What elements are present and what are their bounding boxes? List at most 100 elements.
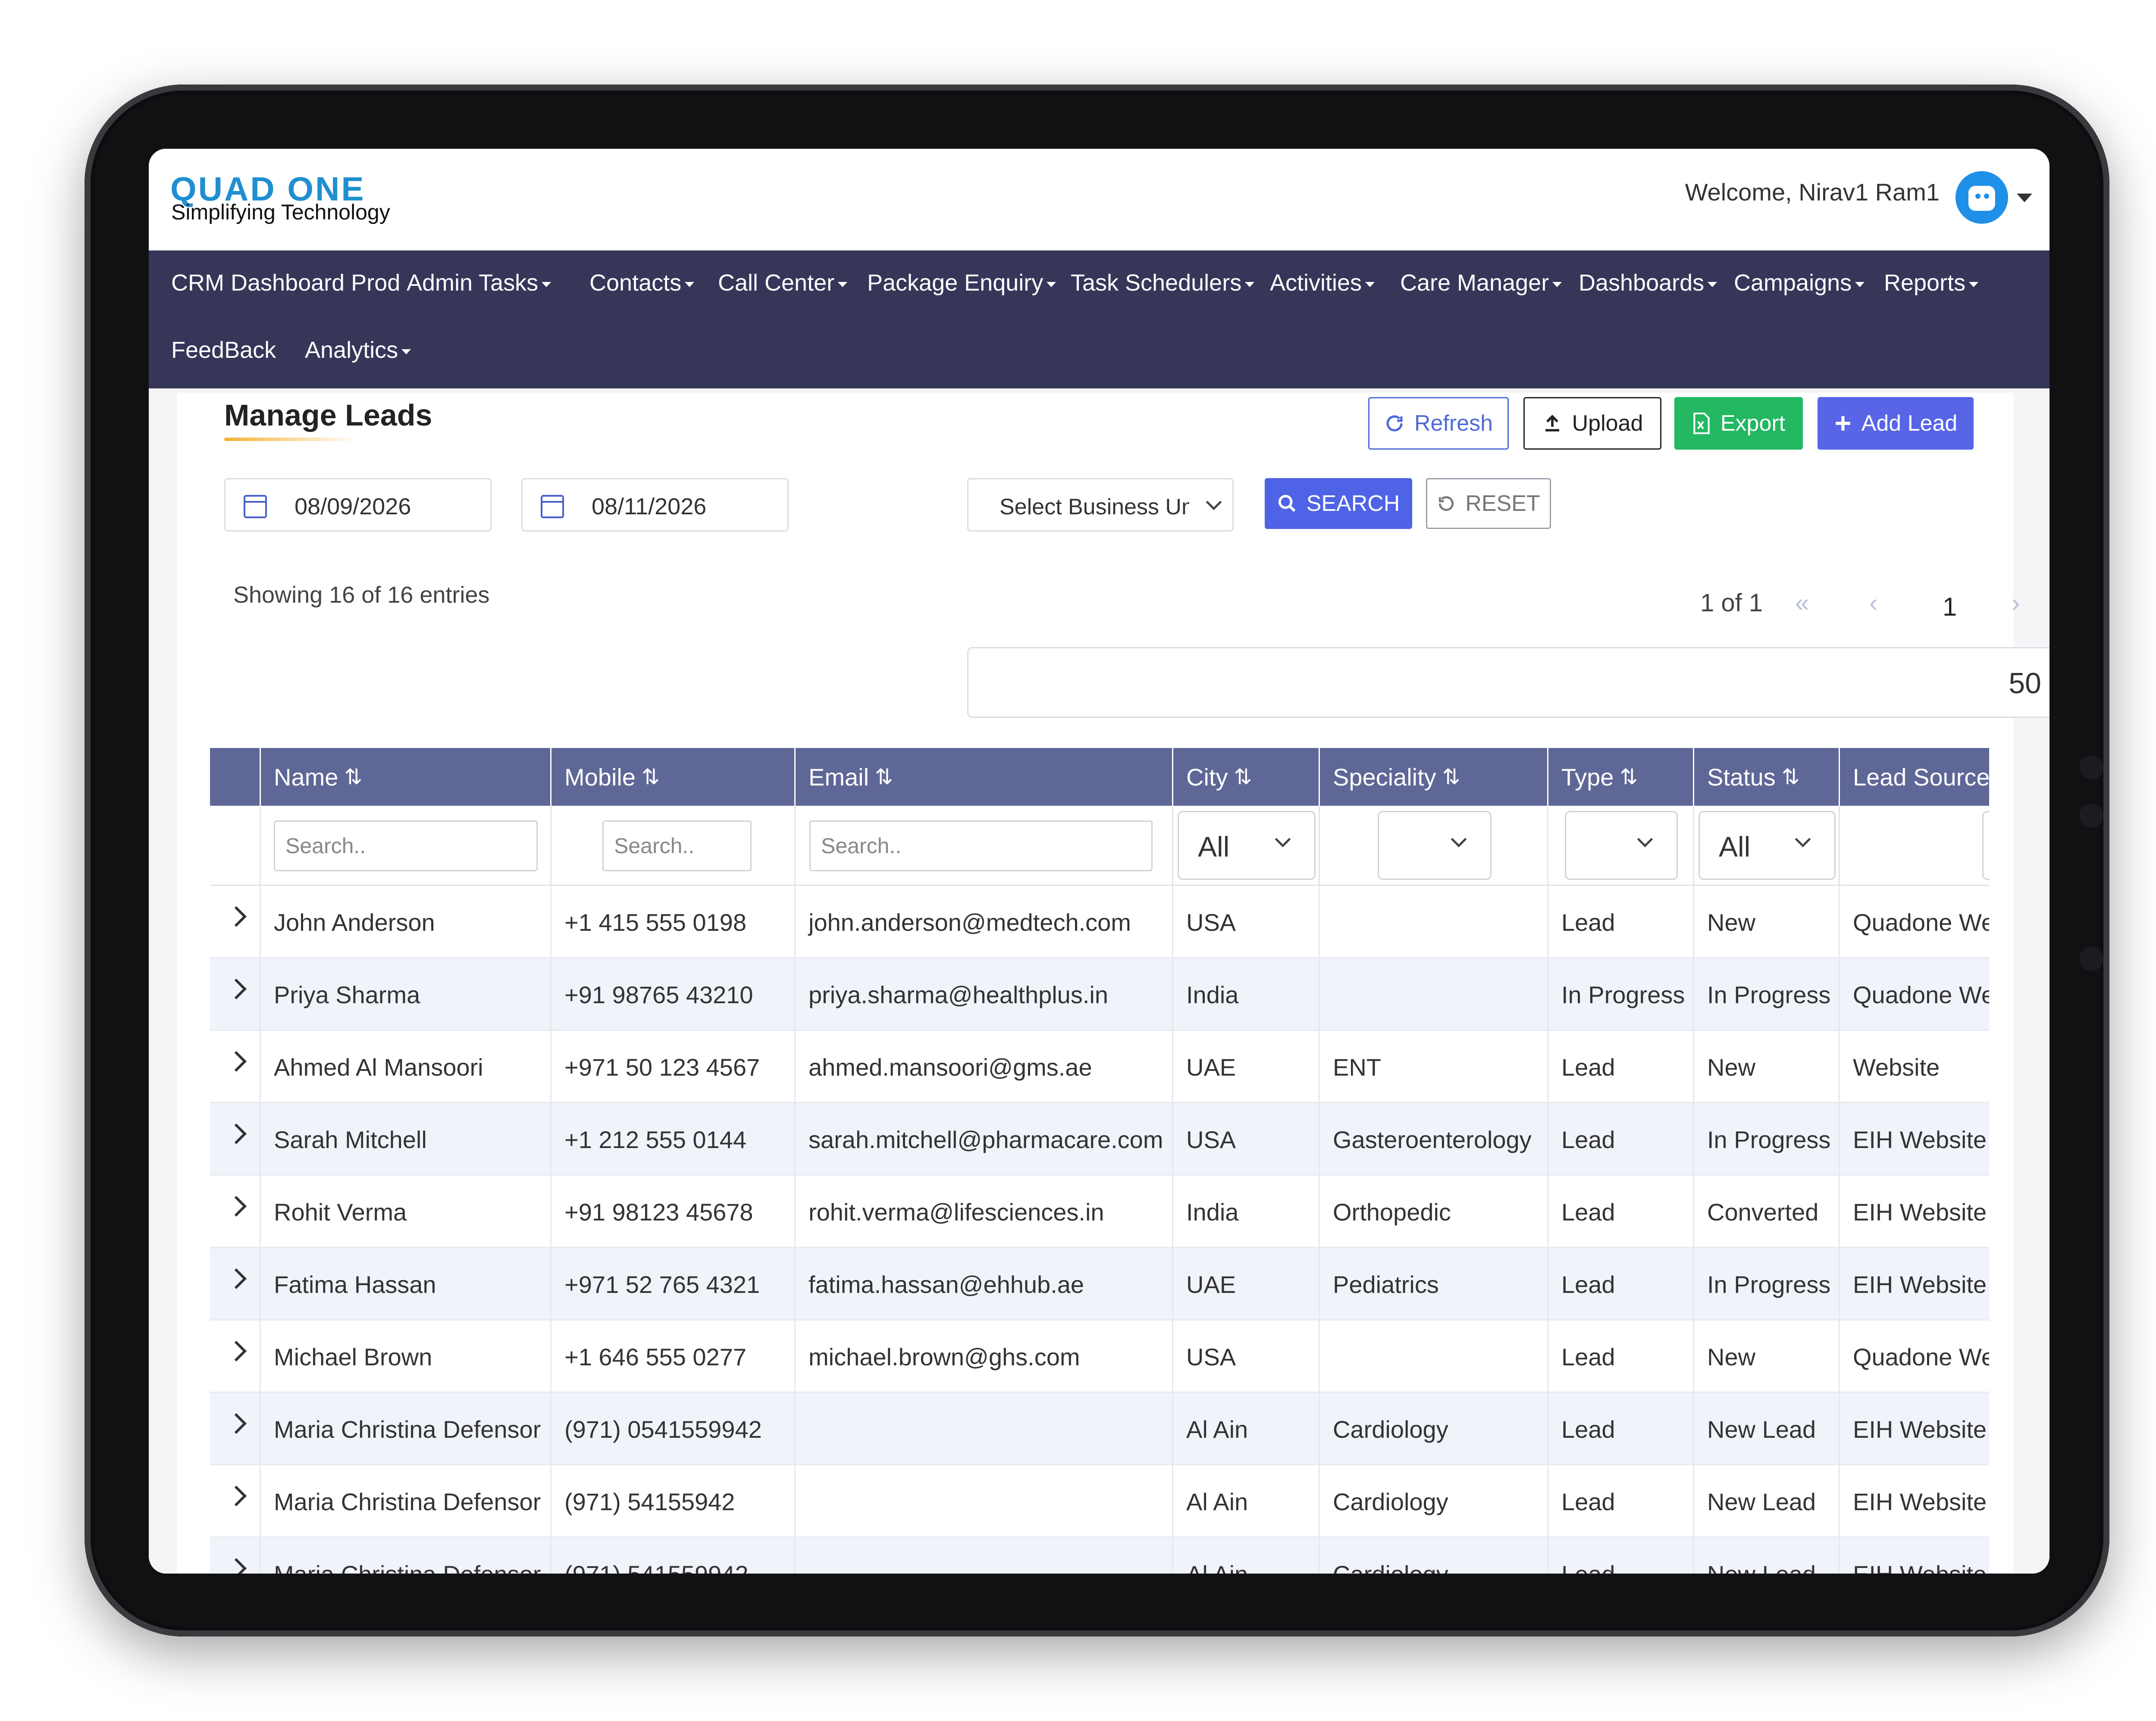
table-row[interactable]: Maria Christina Defensor (971) 0541559942… bbox=[210, 1393, 1989, 1465]
nav-item-feedback[interactable]: FeedBack bbox=[171, 337, 276, 363]
business-unit-select[interactable]: Select Business Unit bbox=[967, 478, 1234, 532]
cell-status: New bbox=[1694, 886, 1840, 958]
sort-icon[interactable]: ⇅ bbox=[1442, 764, 1460, 789]
city-filter-value: All bbox=[1198, 831, 1230, 863]
column-header-city[interactable]: City ⇅ bbox=[1173, 748, 1320, 806]
from-date-field[interactable]: 08/09/2026 bbox=[224, 478, 492, 532]
nav-item-dashboards[interactable]: Dashboards bbox=[1579, 269, 1717, 296]
column-header-type[interactable]: Type ⇅ bbox=[1548, 748, 1694, 806]
expand-cell[interactable] bbox=[210, 1031, 261, 1103]
table-row[interactable]: John Anderson +1 415 555 0198 john.anderso… bbox=[210, 886, 1989, 958]
chevron-right-icon[interactable] bbox=[226, 1268, 247, 1289]
column-header-name[interactable]: Name ⇅ bbox=[261, 748, 552, 806]
nav-item-contacts[interactable]: Contacts bbox=[589, 269, 695, 296]
type-filter-select[interactable] bbox=[1565, 811, 1678, 880]
sort-icon[interactable]: ⇅ bbox=[1620, 764, 1638, 789]
chevron-right-icon[interactable] bbox=[226, 1485, 247, 1507]
nav-item-activities[interactable]: Activities bbox=[1270, 269, 1375, 296]
nav-item-reports[interactable]: Reports bbox=[1884, 269, 1979, 296]
user-menu-caret-icon[interactable] bbox=[2017, 194, 2032, 202]
mobile-filter-input[interactable]: Search.. bbox=[602, 820, 752, 871]
column-header-speciality[interactable]: Speciality ⇅ bbox=[1320, 748, 1548, 806]
nav-item-admin-tasks[interactable]: Admin Tasks bbox=[407, 269, 552, 296]
table-row[interactable]: Maria Christina Defensor(971) 541559942 A… bbox=[210, 1538, 1989, 1574]
email-filter-input[interactable]: Search.. bbox=[809, 820, 1153, 871]
first-page-icon[interactable]: « bbox=[1795, 588, 1809, 617]
prev-page-icon[interactable]: ‹ bbox=[1869, 588, 1877, 617]
sort-icon[interactable]: ⇅ bbox=[344, 764, 362, 789]
column-header-email[interactable]: Email ⇅ bbox=[796, 748, 1173, 806]
table-row[interactable]: Rohit Verma +91 98123 45678 rohit.verma@li… bbox=[210, 1176, 1989, 1248]
add-lead-button[interactable]: Add Lead bbox=[1818, 397, 1974, 450]
expand-cell[interactable] bbox=[210, 1176, 261, 1248]
lead-source-filter-select[interactable] bbox=[1982, 811, 1989, 880]
table-row[interactable]: Sarah Mitchell +1 212 555 0144 sarah.mitch… bbox=[210, 1103, 1989, 1176]
camera-dot bbox=[2079, 755, 2103, 779]
cell-speciality: Pediatrics bbox=[1320, 1248, 1548, 1320]
expand-cell[interactable] bbox=[210, 958, 261, 1031]
speciality-filter-select[interactable] bbox=[1378, 811, 1492, 880]
nav-item-campaigns[interactable]: Campaigns bbox=[1734, 269, 1865, 296]
chevron-right-icon[interactable] bbox=[226, 906, 247, 927]
chevron-right-icon[interactable] bbox=[226, 1123, 247, 1145]
expand-cell[interactable] bbox=[210, 1320, 261, 1393]
table-row[interactable]: Ahmed Al Mansoori +971 50 123 4567 ahmed.m… bbox=[210, 1031, 1989, 1103]
table-row[interactable]: Priya Sharma +91 98765 43210 priya.sharma@… bbox=[210, 958, 1989, 1031]
refresh-button[interactable]: Refresh bbox=[1368, 397, 1509, 450]
expand-cell[interactable] bbox=[210, 1538, 261, 1574]
filter-cell bbox=[210, 806, 261, 886]
cell-source: Quadone Website bbox=[1853, 981, 1989, 1008]
cell-speciality: ENT bbox=[1320, 1031, 1548, 1103]
cell-city: UAE bbox=[1173, 1031, 1320, 1103]
expand-cell[interactable] bbox=[210, 886, 261, 958]
cell-status: New Lead bbox=[1694, 1465, 1840, 1538]
nav-item-care-manager[interactable]: Care Manager bbox=[1400, 269, 1562, 296]
chevron-right-icon[interactable] bbox=[226, 1195, 247, 1217]
current-page-button[interactable]: 1 bbox=[1943, 592, 1957, 622]
table-row[interactable]: Michael Brown +1 646 555 0277 michael.brow… bbox=[210, 1320, 1989, 1393]
nav-item-analytics[interactable]: Analytics bbox=[305, 337, 411, 363]
reset-button[interactable]: RESET bbox=[1426, 478, 1551, 529]
to-date-field[interactable]: 08/11/2026 bbox=[521, 478, 789, 532]
upload-icon bbox=[1545, 415, 1559, 432]
cell-city: India bbox=[1173, 1176, 1320, 1248]
dropdown-caret-icon bbox=[1855, 282, 1865, 287]
table-row[interactable]: Fatima Hassan +971 52 765 4321 fatima.hass… bbox=[210, 1248, 1989, 1320]
column-header-status[interactable]: Status ⇅ bbox=[1694, 748, 1840, 806]
chevron-right-icon[interactable] bbox=[226, 1413, 247, 1434]
table-row[interactable]: Maria Christina Defensor (971) 54155942 Al… bbox=[210, 1465, 1989, 1538]
nav-item-crm-dashboard[interactable]: CRM Dashboard Prod bbox=[171, 269, 400, 296]
page-size-select[interactable]: 50 bbox=[967, 647, 2049, 718]
cell-name: Rohit Verma bbox=[261, 1176, 552, 1248]
expand-cell[interactable] bbox=[210, 1103, 261, 1176]
sort-icon[interactable]: ⇅ bbox=[875, 764, 893, 789]
next-page-icon[interactable]: › bbox=[2012, 588, 2020, 617]
nav-item-package-enquiry[interactable]: Package Enquiry bbox=[867, 269, 1056, 296]
upload-button[interactable]: Upload bbox=[1523, 397, 1661, 450]
sort-icon[interactable]: ⇅ bbox=[1234, 764, 1252, 789]
chevron-right-icon[interactable] bbox=[226, 1340, 247, 1362]
name-filter-input[interactable]: Search.. bbox=[274, 820, 538, 871]
dropdown-caret-icon bbox=[1245, 282, 1255, 287]
chevron-right-icon[interactable] bbox=[226, 978, 247, 1000]
cell-email: ahmed.mansoori@gms.ae bbox=[796, 1031, 1173, 1103]
sort-icon[interactable]: ⇅ bbox=[1782, 764, 1800, 789]
city-filter-select[interactable]: All bbox=[1178, 811, 1316, 880]
status-filter-select[interactable]: All bbox=[1698, 811, 1836, 880]
chevron-right-icon[interactable] bbox=[226, 1051, 247, 1072]
main-nav: CRM Dashboard Prod Admin Tasks Contacts … bbox=[149, 250, 2049, 388]
sort-icon[interactable]: ⇅ bbox=[642, 764, 660, 789]
expand-cell[interactable] bbox=[210, 1465, 261, 1538]
column-header-mobile[interactable]: Mobile ⇅ bbox=[552, 748, 796, 806]
column-header-lead-source[interactable]: Lead Source bbox=[1840, 748, 1989, 806]
add-lead-label: Add Lead bbox=[1861, 411, 1958, 436]
expand-cell[interactable] bbox=[210, 1248, 261, 1320]
cell-email: michael.brown@ghs.com bbox=[796, 1320, 1173, 1393]
expand-cell[interactable] bbox=[210, 1393, 261, 1465]
chevron-right-icon[interactable] bbox=[226, 1558, 247, 1574]
avatar-icon[interactable] bbox=[1955, 171, 2008, 224]
export-button[interactable]: Export bbox=[1674, 397, 1803, 450]
search-button[interactable]: SEARCH bbox=[1265, 478, 1412, 529]
nav-item-call-center[interactable]: Call Center bbox=[718, 269, 848, 296]
nav-item-task-schedulers[interactable]: Task Schedulers bbox=[1071, 269, 1255, 296]
